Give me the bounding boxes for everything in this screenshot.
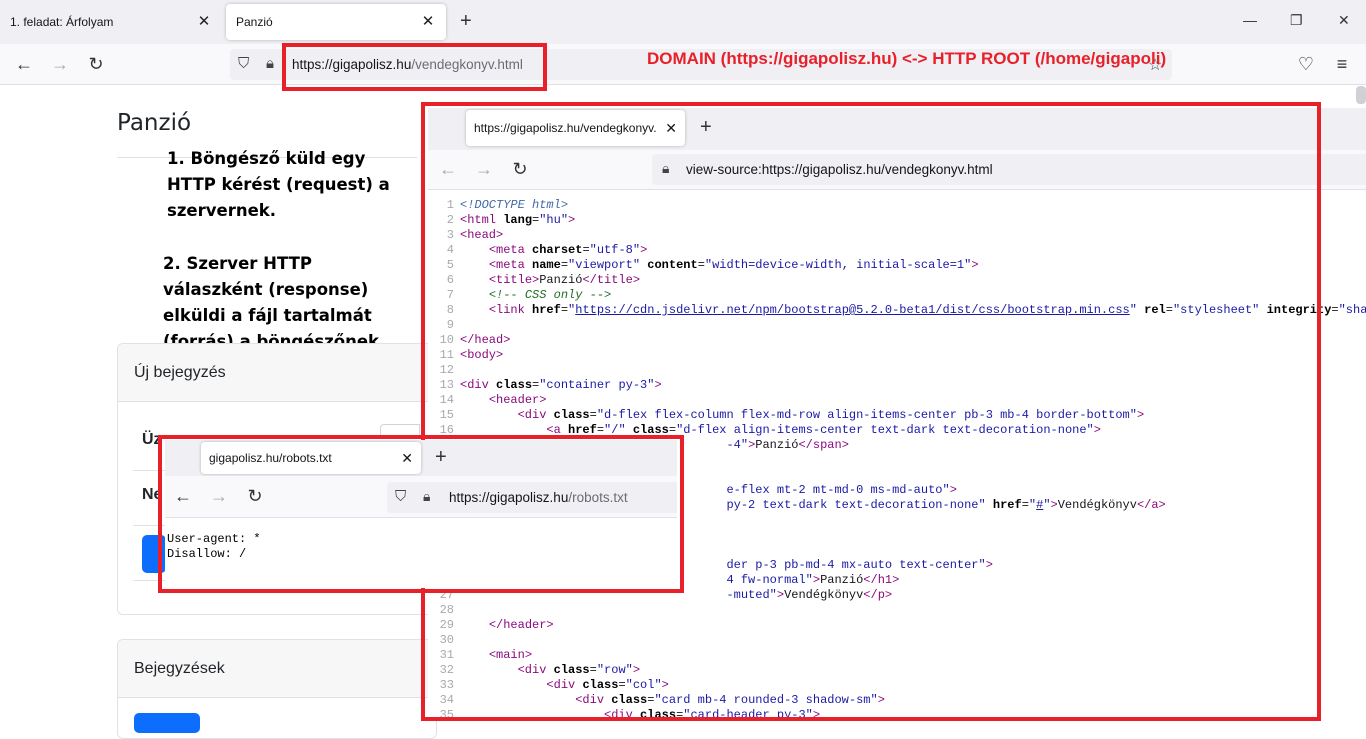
step1-annotation: 1. Böngésző küld egy HTTP kérést (reques… <box>167 146 390 224</box>
step2-line: elküldi a fájl tartalmát <box>163 306 372 325</box>
reload-icon[interactable]: ↻ <box>84 53 108 77</box>
minimize-icon[interactable]: — <box>1243 12 1257 28</box>
lock-icon[interactable]: 🔒︎ <box>266 55 274 72</box>
menu-icon[interactable]: ≡ <box>1330 53 1354 77</box>
scrollbar[interactable] <box>1356 86 1366 104</box>
page-title: Panzió <box>117 110 192 136</box>
url-highlight-box <box>282 43 547 91</box>
restore-icon[interactable]: ❐ <box>1290 12 1303 29</box>
step2-annotation: 2. Szerver HTTP válaszként (response) el… <box>163 251 385 355</box>
tab-label: 1. feladat: Árfolyam <box>10 15 114 29</box>
tab-panzio[interactable]: Panzió ✕ <box>226 4 446 40</box>
shield-icon[interactable]: ⛉ <box>238 55 249 72</box>
pocket-icon[interactable]: ♡ <box>1294 53 1318 77</box>
tab-label: Panzió <box>236 15 273 29</box>
card-header: Bejegyzések <box>118 640 436 698</box>
close-icon[interactable]: ✕ <box>420 14 436 30</box>
step2-line: 2. Szerver HTTP <box>163 254 312 273</box>
tab-arfolyam[interactable]: 1. feladat: Árfolyam ✕ <box>0 4 222 40</box>
entries-button[interactable] <box>134 713 200 733</box>
step2-line: válaszként (response) <box>163 280 369 299</box>
card-header: Új bejegyzés <box>118 344 436 402</box>
step1-line: HTTP kérést (request) a <box>167 175 390 194</box>
close-window-icon[interactable]: ✕ <box>1338 12 1350 29</box>
forward-arrow-icon[interactable]: → <box>48 53 72 77</box>
step1-line: szervernek. <box>167 201 277 220</box>
close-icon[interactable]: ✕ <box>196 14 212 30</box>
back-arrow-icon[interactable]: ← <box>12 53 36 77</box>
step1-line: 1. Böngésző küld egy <box>167 149 366 168</box>
domain-root-annotation: DOMAIN (https://gigapolisz.hu) <-> HTTP … <box>647 49 1167 68</box>
view-source-highlight-box <box>421 102 1321 721</box>
tab-strip: 1. feladat: Árfolyam ✕ Panzió ✕ + — ❐ ✕ <box>0 0 1366 44</box>
robots-highlight-box <box>158 435 684 593</box>
plus-icon[interactable]: + <box>460 10 472 32</box>
